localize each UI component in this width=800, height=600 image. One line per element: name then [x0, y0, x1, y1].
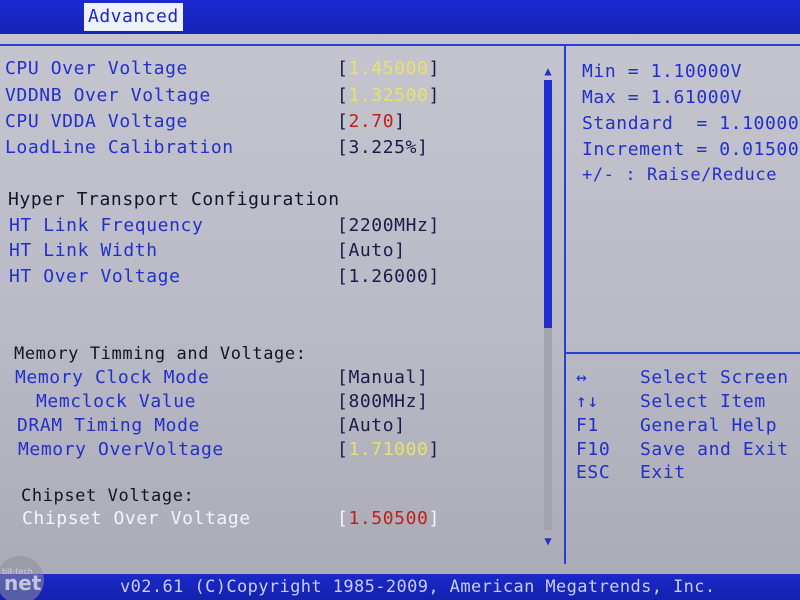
- setting-label-ht-over-voltage[interactable]: HT Over Voltage: [9, 266, 181, 288]
- value-text: 1.45000: [348, 58, 429, 79]
- key-arrows-vertical-icon: ↑↓: [576, 391, 599, 412]
- tab-advanced[interactable]: Advanced: [84, 3, 183, 31]
- value-text: 1.32500: [348, 85, 429, 106]
- setting-value-memory-overvoltage[interactable]: [1.71000]: [337, 439, 440, 461]
- value-text: 2200MHz: [348, 215, 429, 236]
- setting-value-cpu-over-voltage[interactable]: [1.45000]: [337, 58, 440, 80]
- key-desc-select-screen: Select Screen: [640, 367, 789, 388]
- help-min: Min = 1.10000V: [582, 61, 743, 82]
- setting-label-chipset-over-voltage[interactable]: Chipset Over Voltage: [22, 508, 251, 530]
- setting-label-ht-link-frequency[interactable]: HT Link Frequency: [9, 215, 203, 237]
- value-text: 2.70: [348, 111, 395, 132]
- setting-label-cpu-vdda-voltage[interactable]: CPU VDDA Voltage: [5, 111, 188, 133]
- setting-label-memory-overvoltage[interactable]: Memory OverVoltage: [18, 439, 224, 461]
- top-menu-bar: Advanced: [0, 0, 800, 34]
- settings-scrollbar[interactable]: ▲ ▼: [540, 60, 556, 550]
- setting-value-ht-link-frequency[interactable]: [2200MHz]: [337, 215, 440, 237]
- help-raise-reduce: +/- : Raise/Reduce: [582, 165, 778, 185]
- value-text: 3.225%: [348, 137, 418, 158]
- setting-value-dram-timing-mode[interactable]: [Auto]: [337, 415, 406, 437]
- setting-value-memory-clock-mode[interactable]: [Manual]: [337, 367, 429, 389]
- value-text: 1.26000: [348, 266, 429, 287]
- help-increment: Increment = 0.01500V: [582, 139, 800, 160]
- section-title-memory: Memory Timming and Voltage:: [14, 344, 307, 364]
- key-desc-select-item: Select Item: [640, 391, 766, 412]
- copyright-text: v02.61 (C)Copyright 1985-2009, American …: [120, 577, 716, 597]
- setting-label-vddnb-over-voltage[interactable]: VDDNB Over Voltage: [5, 85, 211, 107]
- scroll-up-arrow-icon[interactable]: ▲: [540, 64, 556, 78]
- help-standard: Standard = 1.10000V: [582, 113, 800, 134]
- help-max: Max = 1.61000V: [582, 87, 743, 108]
- setting-value-memclock-value[interactable]: [800MHz]: [337, 391, 429, 413]
- section-title-hyper-transport: Hyper Transport Configuration: [8, 189, 340, 210]
- help-divider: [566, 352, 800, 354]
- scroll-down-arrow-icon[interactable]: ▼: [540, 534, 556, 548]
- setting-label-memory-clock-mode[interactable]: Memory Clock Mode: [15, 367, 209, 389]
- key-desc-save-exit: Save and Exit: [640, 439, 789, 460]
- setting-value-loadline-calibration[interactable]: [3.225%]: [337, 137, 429, 159]
- setting-value-ht-link-width[interactable]: [Auto]: [337, 240, 406, 262]
- svg-text:bit-tech: bit-tech: [2, 567, 33, 576]
- key-f10: F10: [576, 439, 611, 460]
- bottom-bar: v02.61 (C)Copyright 1985-2009, American …: [0, 574, 800, 600]
- key-desc-exit: Exit: [640, 462, 686, 483]
- setting-value-ht-over-voltage[interactable]: [1.26000]: [337, 266, 440, 288]
- setting-label-ht-link-width[interactable]: HT Link Width: [9, 240, 158, 262]
- setting-value-cpu-vdda-voltage[interactable]: [2.70]: [337, 111, 406, 133]
- value-text: 1.71000: [348, 439, 429, 460]
- setting-value-chipset-over-voltage[interactable]: [1.50500]: [337, 508, 440, 530]
- setting-value-vddnb-over-voltage[interactable]: [1.32500]: [337, 85, 440, 107]
- setting-label-dram-timing-mode[interactable]: DRAM Timing Mode: [17, 415, 200, 437]
- key-desc-general-help: General Help: [640, 415, 778, 436]
- value-text: 800MHz: [348, 391, 418, 412]
- value-text: 1.50500: [348, 508, 429, 529]
- setting-label-loadline-calibration[interactable]: LoadLine Calibration: [5, 137, 234, 159]
- section-title-chipset: Chipset Voltage:: [21, 486, 195, 506]
- key-f1: F1: [576, 415, 599, 436]
- setting-label-memclock-value[interactable]: Memclock Value: [36, 391, 196, 413]
- bios-screen: Advanced CPU Over Voltage [1.45000] VDDN…: [0, 0, 800, 600]
- key-esc: ESC: [576, 462, 611, 483]
- setting-label-cpu-over-voltage[interactable]: CPU Over Voltage: [5, 58, 188, 80]
- key-arrows-horizontal-icon: ↔: [576, 367, 588, 388]
- value-text: Auto: [348, 415, 395, 436]
- scroll-thumb[interactable]: [544, 80, 552, 328]
- bit-tech-watermark-logo: net bit-tech: [0, 556, 44, 600]
- value-text: Auto: [348, 240, 395, 261]
- value-text: Manual: [348, 367, 418, 388]
